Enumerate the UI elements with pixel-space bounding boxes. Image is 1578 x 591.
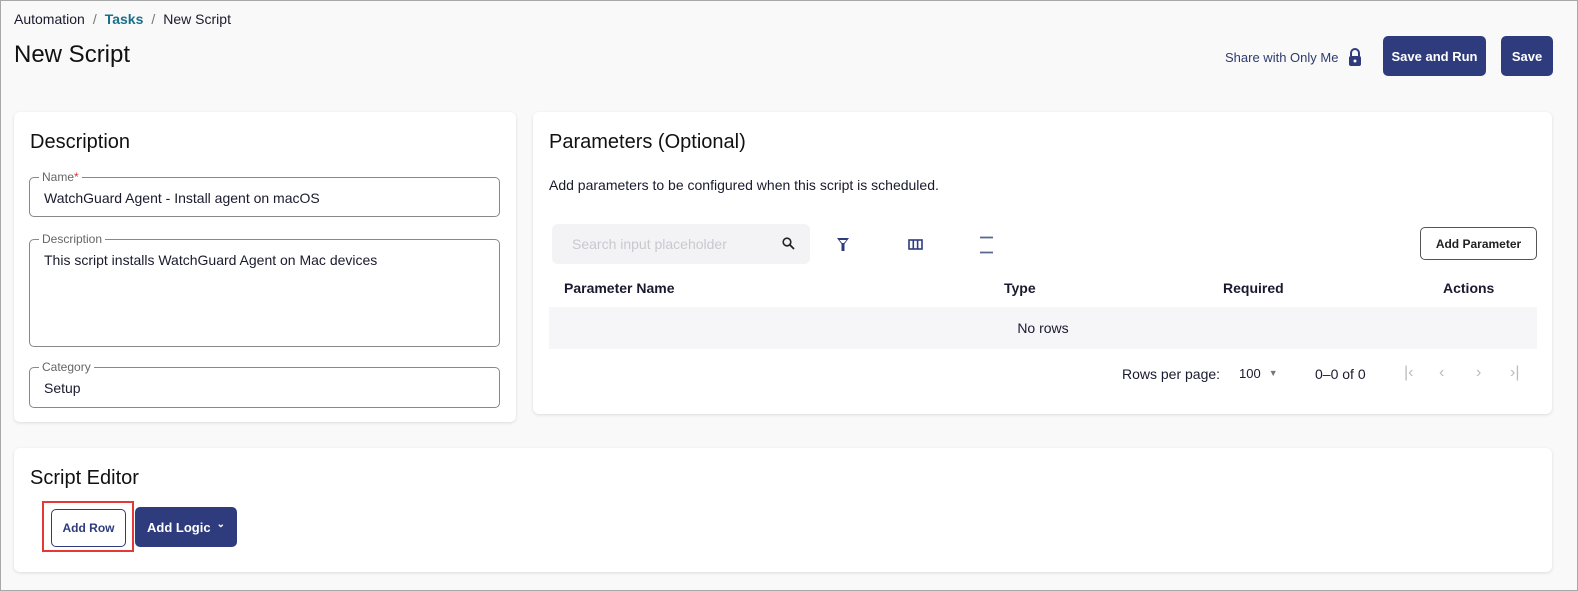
add-logic-button[interactable]: Add Logic ⌄ <box>135 507 237 547</box>
columns-icon[interactable] <box>908 239 923 250</box>
description-value: This script installs WatchGuard Agent on… <box>44 252 378 268</box>
breadcrumb-separator: / <box>151 11 156 27</box>
save-and-run-button[interactable]: Save and Run <box>1383 36 1486 76</box>
search-placeholder: Search input placeholder <box>572 236 727 252</box>
description-card: Description Name* WatchGuard Agent - Ins… <box>14 112 516 422</box>
empty-rows-message: No rows <box>549 307 1537 349</box>
lock-icon <box>1349 48 1362 66</box>
breadcrumb: Automation / Tasks / New Script <box>14 11 231 27</box>
add-row-button[interactable]: Add Row <box>51 509 126 547</box>
dropdown-arrow-icon: ▼ <box>1268 368 1278 378</box>
description-card-title: Description <box>30 131 131 153</box>
rows-per-page-select[interactable]: 100 ▼ <box>1239 366 1278 381</box>
breadcrumb-current: New Script <box>163 11 231 27</box>
breadcrumb-tasks[interactable]: Tasks <box>105 11 144 27</box>
next-page-icon[interactable]: › <box>1476 364 1481 382</box>
parameters-card: Parameters (Optional) Add parameters to … <box>533 112 1552 414</box>
search-input[interactable]: Search input placeholder <box>552 224 810 264</box>
name-label-text: Name <box>42 170 75 184</box>
chevron-down-icon: ⌄ <box>216 519 225 530</box>
first-page-icon[interactable]: |‹ <box>1404 364 1413 382</box>
parameters-card-title: Parameters (Optional) <box>549 131 746 153</box>
breadcrumb-separator: / <box>92 11 97 27</box>
description-label: Description <box>39 232 106 246</box>
script-editor-title: Script Editor <box>30 467 139 489</box>
page-title: New Script <box>14 41 131 68</box>
add-logic-label: Add Logic <box>147 519 211 535</box>
column-header-required[interactable]: Required <box>1223 280 1284 296</box>
rows-per-page-value: 100 <box>1239 366 1261 381</box>
category-value: Setup <box>44 380 81 396</box>
search-icon <box>782 237 795 250</box>
category-field[interactable]: Category Setup <box>29 360 500 408</box>
name-field[interactable]: Name* WatchGuard Agent - Install agent o… <box>29 170 500 217</box>
script-editor-card: Script Editor Add Row Add Logic ⌄ <box>14 448 1552 572</box>
description-field[interactable]: Description This script installs WatchGu… <box>29 232 500 347</box>
pagination-range: 0–0 of 0 <box>1315 366 1366 382</box>
previous-page-icon[interactable]: ‹ <box>1439 364 1444 382</box>
name-value: WatchGuard Agent - Install agent on macO… <box>44 190 320 206</box>
rows-per-page-label: Rows per page: <box>1122 366 1221 382</box>
density-icon[interactable] <box>979 236 994 254</box>
save-button[interactable]: Save <box>1501 36 1553 76</box>
add-parameter-button[interactable]: Add Parameter <box>1420 227 1537 260</box>
breadcrumb-automation[interactable]: Automation <box>14 11 85 27</box>
name-label: Name* <box>39 170 82 184</box>
share-toggle[interactable]: Share with Only Me <box>1225 48 1362 66</box>
parameters-subtitle: Add parameters to be configured when thi… <box>549 177 939 193</box>
share-label: Share with Only Me <box>1225 49 1339 65</box>
required-asterisk: * <box>74 170 79 184</box>
column-header-actions: Actions <box>1443 280 1495 296</box>
column-header-type[interactable]: Type <box>1004 280 1036 296</box>
filter-icon[interactable] <box>836 237 850 252</box>
column-header-parameter-name[interactable]: Parameter Name <box>564 280 675 296</box>
last-page-icon[interactable]: ›| <box>1510 364 1519 382</box>
category-label: Category <box>39 360 94 374</box>
